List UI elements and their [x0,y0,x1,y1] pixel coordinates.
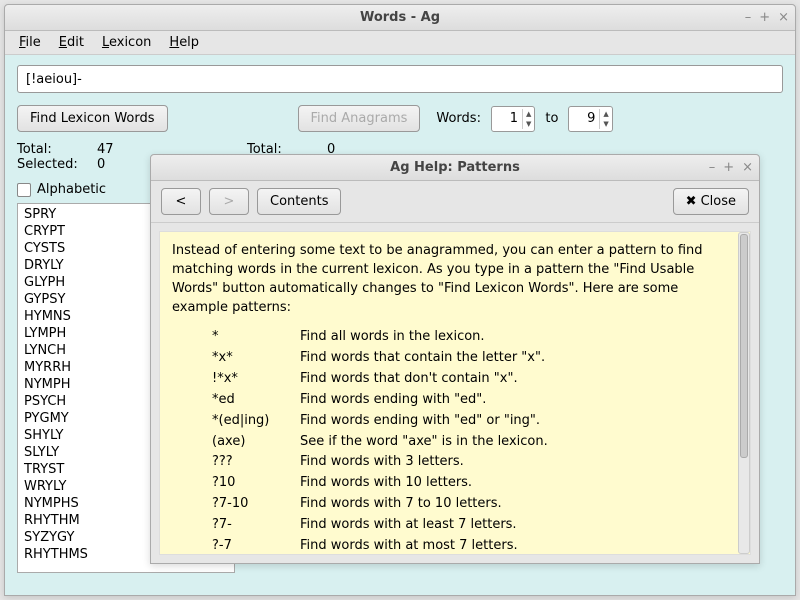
help-toolbar: < > Contents ✖ Close [151,181,759,223]
table-row: ?7-Find words with at least 7 letters. [212,515,552,536]
close-icon[interactable]: × [742,160,753,175]
words-to-spinner[interactable]: ▲▼ [568,106,612,132]
pattern-cell: ?7-10 [212,494,300,515]
table-row: *(ed|ing)Find words ending with "ed" or … [212,411,552,432]
description-cell: Find words with 7 to 10 letters. [300,494,552,515]
find-anagrams-button: Find Anagrams [298,105,421,132]
table-row: *Find all words in the lexicon. [212,327,552,348]
description-cell: Find words that contain the letter "x". [300,348,552,369]
words-from-input[interactable] [492,111,522,126]
maximize-icon[interactable]: + [759,10,770,25]
description-cell: Find words that don't contain "x". [300,369,552,390]
close-icon[interactable]: × [778,10,789,25]
help-window-controls: – + × [709,160,753,175]
close-x-icon: ✖ [686,194,697,209]
table-row: (axe)See if the word "axe" is in the lex… [212,432,552,453]
pattern-cell: *(ed|ing) [212,411,300,432]
maximize-icon[interactable]: + [723,160,734,175]
description-cell: Find all words in the lexicon. [300,327,552,348]
main-titlebar: Words - Ag – + × [5,5,795,31]
help-window-title: Ag Help: Patterns [151,160,759,175]
main-window-controls: – + × [745,10,789,25]
controls-row: Find Lexicon Words Find Anagrams Words: … [17,105,783,132]
pattern-cell: ?10 [212,473,300,494]
table-row: !*x*Find words that don't contain "x". [212,369,552,390]
spinner-down-icon[interactable]: ▼ [523,119,534,129]
words-from-spinner[interactable]: ▲▼ [491,106,535,132]
alphabetic-checkbox[interactable] [17,183,31,197]
words-label: Words: [436,111,481,126]
minimize-icon[interactable]: – [709,160,716,175]
scrollbar-thumb[interactable] [740,234,748,458]
help-close-button[interactable]: ✖ Close [673,188,749,215]
description-cell: Find words with 10 letters. [300,473,552,494]
total-value: 47 [97,142,114,157]
total-label: Total: [17,142,97,157]
words-to-input[interactable] [569,111,599,126]
help-titlebar: Ag Help: Patterns – + × [151,155,759,181]
menu-help[interactable]: Help [161,33,207,52]
alphabetic-label: Alphabetic [37,182,106,197]
pattern-cell: *ed [212,390,300,411]
table-row: ???Find words with 3 letters. [212,452,552,473]
menu-lexicon[interactable]: Lexicon [94,33,159,52]
menu-edit[interactable]: Edit [51,33,92,52]
selected-value: 0 [97,157,105,172]
table-row: *edFind words ending with "ed". [212,390,552,411]
main-window-title: Words - Ag [5,10,795,25]
help-window: Ag Help: Patterns – + × < > Contents ✖ Cl… [150,154,760,564]
help-back-button[interactable]: < [161,188,201,215]
table-row: ?7-10Find words with 7 to 10 letters. [212,494,552,515]
help-pattern-table: *Find all words in the lexicon.*x*Find w… [212,327,552,555]
find-lexicon-words-button[interactable]: Find Lexicon Words [17,105,168,132]
description-cell: See if the word "axe" is in the lexicon. [300,432,552,453]
pattern-cell: ?7- [212,515,300,536]
spinner-up-icon[interactable]: ▲ [523,109,534,119]
spinner-up-icon[interactable]: ▲ [600,109,611,119]
description-cell: Find words ending with "ed" or "ing". [300,411,552,432]
menu-file[interactable]: File [11,33,49,52]
help-content: Instead of entering some text to be anag… [159,231,751,555]
table-row: *x*Find words that contain the letter "x… [212,348,552,369]
spinner-down-icon[interactable]: ▼ [600,119,611,129]
help-intro-text: Instead of entering some text to be anag… [172,242,738,317]
help-scrollbar[interactable] [738,232,750,554]
pattern-cell: (axe) [212,432,300,453]
description-cell: Find words with at most 7 letters. [300,536,552,555]
pattern-cell: !*x* [212,369,300,390]
description-cell: Find words with at least 7 letters. [300,515,552,536]
table-row: ?10Find words with 10 letters. [212,473,552,494]
pattern-cell: ?-7 [212,536,300,555]
pattern-input[interactable] [17,65,783,93]
minimize-icon[interactable]: – [745,10,752,25]
selected-label: Selected: [17,157,97,172]
help-contents-button[interactable]: Contents [257,188,341,215]
menubar: File Edit Lexicon Help [5,31,795,55]
description-cell: Find words with 3 letters. [300,452,552,473]
pattern-cell: *x* [212,348,300,369]
help-forward-button: > [209,188,249,215]
to-label: to [545,111,558,126]
pattern-cell: * [212,327,300,348]
pattern-cell: ??? [212,452,300,473]
table-row: ?-7Find words with at most 7 letters. [212,536,552,555]
close-label: Close [701,194,736,209]
description-cell: Find words ending with "ed". [300,390,552,411]
